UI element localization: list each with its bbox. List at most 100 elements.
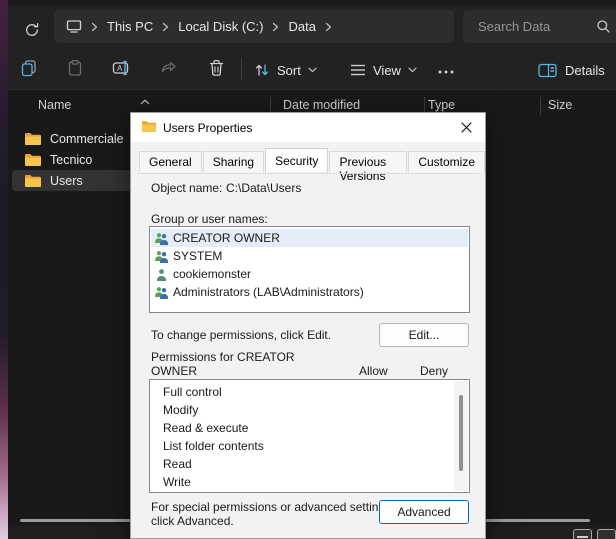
trash-icon [208,59,225,82]
user-name: SYSTEM [173,249,222,263]
permission-list-folder-contents[interactable]: List folder contents [163,439,264,453]
folder-icon [24,153,42,167]
user-name: cookiemonster [173,267,251,281]
tab-customize[interactable]: Customize [408,151,485,172]
folder-name: Tecnico [50,153,92,167]
group-users-icon [154,286,169,299]
edit-button[interactable]: Edit... [379,323,469,347]
list-item-creator-owner[interactable]: CREATOR OWNER [151,229,468,247]
chevron-right-icon [272,22,279,32]
details-pane-icon [538,63,557,78]
group-user-listbox[interactable]: CREATOR OWNER SYSTEM cookiemonster Admin… [149,226,470,313]
group-or-user-names-label: Group or user names: [151,212,268,226]
breadcrumb-item-local-disk[interactable]: Local Disk (C:) [178,19,263,34]
breadcrumb-item-this-pc[interactable]: This PC [107,19,153,34]
tab-security[interactable]: Security [265,148,328,172]
chevron-right-icon [91,22,98,32]
copy-icon [20,59,38,82]
permission-modify[interactable]: Modify [163,403,198,417]
group-users-icon [154,232,169,245]
this-pc-icon [66,19,82,34]
share-icon [160,59,178,82]
share-button[interactable] [156,57,182,83]
tab-page-border [137,173,479,174]
permission-read-execute[interactable]: Read & execute [163,421,248,435]
copy-button[interactable] [16,57,42,83]
command-toolbar: A Sort View Details [8,48,616,90]
advanced-hint-line1: For special permissions or advanced sett… [151,500,394,514]
paste-icon [66,59,84,82]
permission-full-control[interactable]: Full control [163,385,222,399]
folder-row-users-selected[interactable]: Users [12,170,134,191]
permissions-for-label-line2: OWNER [151,364,197,378]
paste-button[interactable] [62,57,88,83]
permission-write[interactable]: Write [163,475,191,489]
folder-icon [141,120,157,138]
sort-ascending-icon [140,92,150,110]
permissions-scrollbar[interactable] [454,381,468,491]
list-item-administrators[interactable]: Administrators (LAB\Administrators) [151,283,468,301]
details-view-toggle-icon[interactable] [573,529,592,539]
search-box[interactable] [463,10,616,43]
scrollbar-thumb[interactable] [459,395,463,471]
object-name-value: C:\Data\Users [226,181,301,195]
object-name-label: Object name: [151,181,222,195]
list-item-system[interactable]: SYSTEM [151,247,468,265]
folder-row-tecnico[interactable]: Tecnico [12,149,134,170]
folder-row-commerciale[interactable]: Commerciale [12,128,134,149]
tab-general[interactable]: General [139,151,202,172]
deny-column-header: Deny [420,364,448,378]
svg-text:A: A [117,64,123,73]
rename-icon: A [112,59,132,82]
advanced-button[interactable]: Advanced [379,500,469,524]
toolbar-divider [241,58,242,80]
search-icon [596,19,611,39]
details-pane-button[interactable]: Details [538,54,605,86]
tab-previous-versions[interactable]: Previous Versions [329,151,407,172]
breadcrumb: This PC Local Disk (C:) Data [54,10,454,43]
sort-arrows-icon [254,62,270,78]
thumbnail-view-toggle-icon[interactable] [597,529,616,539]
chevron-right-icon [162,22,169,32]
search-input[interactable] [463,10,616,43]
edit-permissions-hint: To change permissions, click Edit. [151,328,331,342]
column-divider[interactable] [540,97,541,115]
single-user-icon [154,268,169,281]
permissions-listbox[interactable]: Full control Modify Read & execute List … [149,379,470,493]
tab-sharing[interactable]: Sharing [203,151,264,172]
close-icon[interactable] [454,116,478,139]
allow-column-header: Allow [359,364,388,378]
dialog-tabs: General Sharing Security Previous Versio… [139,151,485,172]
see-more-button[interactable] [432,57,460,83]
users-properties-dialog: Users Properties General Sharing Securit… [130,112,486,539]
view-list-icon [350,63,366,77]
desktop-wallpaper-edge [0,0,8,539]
ellipsis-icon [438,61,454,79]
group-users-icon [154,250,169,263]
sort-button[interactable]: Sort [248,54,323,86]
permissions-for-label-line1: Permissions for CREATOR [151,350,295,364]
folder-name: Commerciale [50,132,124,146]
dialog-titlebar: Users Properties [131,113,485,142]
permission-read[interactable]: Read [163,457,192,471]
column-header-size[interactable]: Size [548,98,572,112]
refresh-button[interactable] [18,18,46,46]
delete-button[interactable] [203,57,229,83]
chevron-down-icon [408,67,417,73]
column-header-type[interactable]: Type [428,98,455,112]
user-name: Administrators (LAB\Administrators) [173,285,364,299]
view-label: View [373,63,401,78]
user-name: CREATOR OWNER [173,231,280,245]
chevron-down-icon [308,67,317,73]
folder-icon [24,174,42,188]
folder-name: Users [50,174,83,188]
view-button[interactable]: View [344,54,423,86]
column-header-name[interactable]: Name [38,98,71,112]
sort-label: Sort [277,63,301,78]
refresh-icon [24,22,40,43]
breadcrumb-item-data[interactable]: Data [288,19,315,34]
list-item-cookiemonster[interactable]: cookiemonster [151,265,468,283]
rename-button[interactable]: A [109,57,135,83]
dialog-title: Users Properties [163,121,252,135]
column-header-date-modified[interactable]: Date modified [283,98,360,112]
